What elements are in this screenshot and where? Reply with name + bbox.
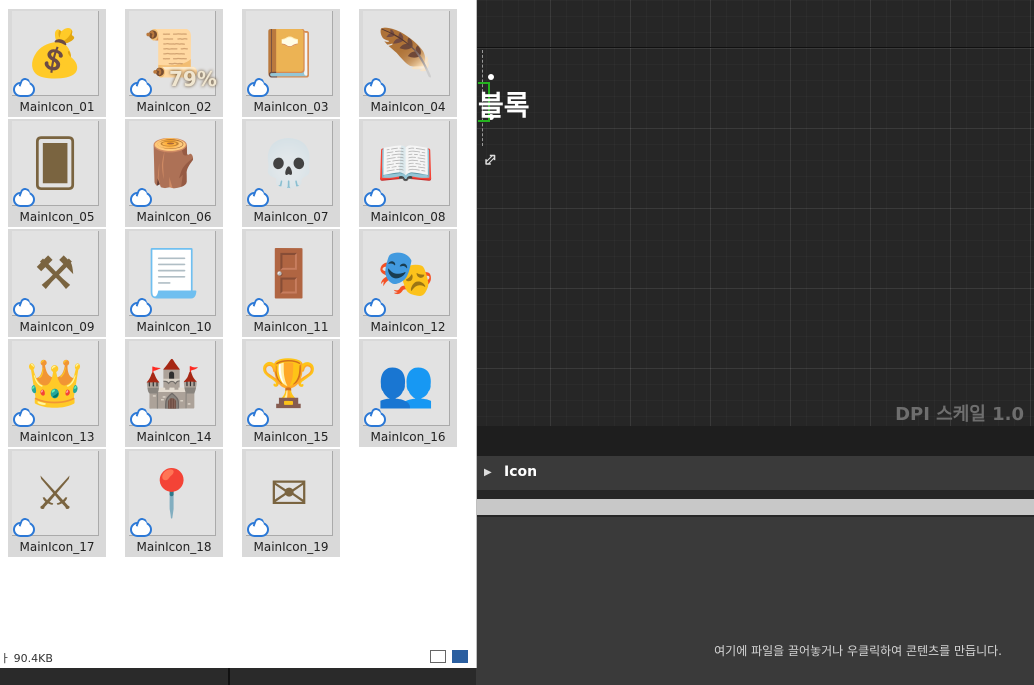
file-name: MainIcon_12 (370, 320, 446, 334)
cloud-sync-icon (13, 82, 35, 97)
file-tile[interactable]: ✉ MainIcon_19 (242, 449, 340, 557)
file-name: MainIcon_10 (136, 320, 212, 334)
details-view-icon[interactable] (430, 650, 446, 663)
dpi-scale-label: DPI 스케일 1.0 (895, 404, 1024, 425)
file-explorer-window: 💰 MainIcon_01 📜 79% MainIcon_02 📔 MainIcon_03 🪶… (0, 0, 477, 668)
cloud-sync-icon (13, 522, 35, 537)
file-name: MainIcon_14 (136, 430, 212, 444)
cloud-sync-icon (130, 302, 152, 317)
file-name: MainIcon_08 (370, 210, 446, 224)
cloud-sync-icon (130, 522, 152, 537)
file-name: MainIcon_07 (253, 210, 329, 224)
cloud-sync-icon (130, 82, 152, 97)
cloud-sync-icon (364, 302, 386, 317)
view-mode-toggle (430, 650, 468, 663)
thumbnail-overlay-text: 79% (169, 67, 217, 91)
file-name: MainIcon_09 (19, 320, 95, 334)
file-tile[interactable]: ⚒ MainIcon_09 (8, 229, 106, 337)
file-tile[interactable]: 🎭 MainIcon_12 (359, 229, 457, 337)
canvas-bottom-bar (470, 426, 1034, 456)
file-tile[interactable]: 🪵 MainIcon_06 (125, 119, 223, 227)
text-block-widget[interactable]: 블록 (478, 86, 530, 126)
cloud-sync-icon (13, 192, 35, 207)
cloud-sync-icon (130, 192, 152, 207)
file-name: MainIcon_01 (19, 100, 95, 114)
status-bar-text: ㅏ 90.4KB (0, 652, 53, 665)
resize-handle-icon[interactable]: ⇕ (477, 148, 503, 174)
file-name: MainIcon_15 (253, 430, 329, 444)
cloud-sync-icon (247, 412, 269, 427)
splitter[interactable] (228, 668, 230, 685)
large-icons-view-icon[interactable] (452, 650, 468, 663)
file-tile[interactable]: 📜 79% MainIcon_02 (125, 9, 223, 117)
file-name: MainIcon_18 (136, 540, 212, 554)
file-name: MainIcon_13 (19, 430, 95, 444)
file-tile[interactable]: 🏆 MainIcon_15 (242, 339, 340, 447)
file-name: MainIcon_04 (370, 100, 446, 114)
cloud-sync-icon (247, 82, 269, 97)
section-label: Icon (504, 464, 538, 480)
expand-arrow-icon[interactable]: ▶ (484, 467, 492, 478)
scrollbar-track[interactable] (476, 499, 1034, 515)
file-tile[interactable]: 📖 MainIcon_08 (359, 119, 457, 227)
file-name: MainIcon_11 (253, 320, 329, 334)
file-name: MainIcon_16 (370, 430, 446, 444)
cloud-sync-icon (247, 192, 269, 207)
cloud-sync-icon (13, 302, 35, 317)
file-tile[interactable]: 📍 MainIcon_18 (125, 449, 223, 557)
file-tile[interactable]: 📔 MainIcon_03 (242, 9, 340, 117)
file-name: MainIcon_02 (136, 100, 212, 114)
content-browser-area[interactable] (476, 517, 1034, 685)
cloud-sync-icon (247, 302, 269, 317)
canvas-guide-line (470, 47, 1034, 48)
file-tile[interactable]: 💰 MainIcon_01 (8, 9, 106, 117)
cloud-sync-icon (13, 412, 35, 427)
file-name: MainIcon_17 (19, 540, 95, 554)
cloud-sync-icon (364, 82, 386, 97)
file-name: MainIcon_05 (19, 210, 95, 224)
file-tile[interactable]: 🚪 MainIcon_11 (242, 229, 340, 337)
file-name: MainIcon_19 (253, 540, 329, 554)
file-tile[interactable]: ⚔ MainIcon_17 (8, 449, 106, 557)
file-name: MainIcon_03 (253, 100, 329, 114)
file-tile[interactable]: 💀 MainIcon_07 (242, 119, 340, 227)
cloud-sync-icon (130, 412, 152, 427)
cloud-sync-icon (364, 412, 386, 427)
file-tile[interactable]: 🂠 MainIcon_05 (8, 119, 106, 227)
content-empty-message: 여기에 파일을 끌어놓거나 우클릭하여 콘텐츠를 만듭니다. (714, 644, 1002, 658)
bottom-strip (0, 668, 476, 685)
cloud-sync-icon (364, 192, 386, 207)
cloud-sync-icon (247, 522, 269, 537)
file-name: MainIcon_06 (136, 210, 212, 224)
file-tile[interactable]: 👥 MainIcon_16 (359, 339, 457, 447)
file-tile[interactable]: 🪶 MainIcon_04 (359, 9, 457, 117)
file-tile[interactable]: 📃 MainIcon_10 (125, 229, 223, 337)
file-tile[interactable]: 👑 MainIcon_13 (8, 339, 106, 447)
designer-canvas[interactable]: 블록 ⇕ DPI 스케일 1.0 (470, 0, 1034, 426)
details-section-icon[interactable]: ▶ Icon (476, 456, 1034, 490)
selection-handle-top[interactable] (488, 74, 494, 80)
file-tile[interactable]: 🏰 MainIcon_14 (125, 339, 223, 447)
